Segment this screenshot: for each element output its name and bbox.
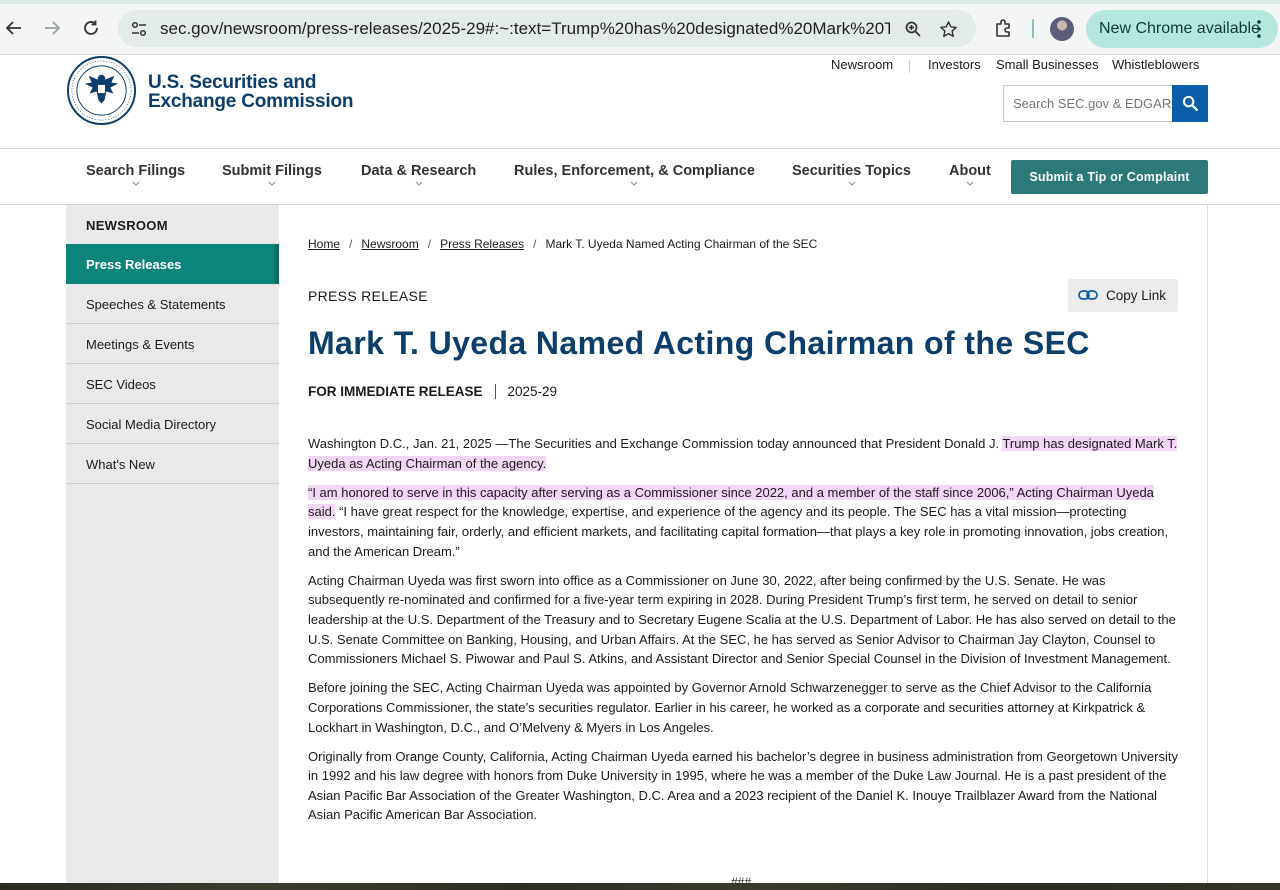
paragraph-3: Acting Chairman Uyeda was first sworn in… xyxy=(308,572,1176,667)
article-type-label: PRESS RELEASE xyxy=(308,288,428,304)
breadcrumb-newsroom[interactable]: Newsroom xyxy=(361,237,418,251)
sidebar-title: NEWSROOM xyxy=(86,218,168,233)
copy-link-label: Copy Link xyxy=(1106,288,1167,303)
tab-strip-edge xyxy=(0,0,1280,4)
nav-item-label: Submit Filings xyxy=(222,163,322,179)
main-navigation: Search Filings Submit Filings Data & Res… xyxy=(0,148,1280,205)
sidebar-item-meetings-events[interactable]: Meetings & Events xyxy=(66,324,279,364)
sidebar-item-social-media-directory[interactable]: Social Media Directory xyxy=(66,404,279,444)
chevron-down-icon xyxy=(132,181,139,186)
sidebar-item-sec-videos[interactable]: SEC Videos xyxy=(66,364,279,404)
nav-item-label: Rules, Enforcement, & Compliance xyxy=(514,163,755,179)
page-title: Mark T. Uyeda Named Acting Chairman of t… xyxy=(308,325,1090,361)
copy-link-button[interactable]: Copy Link xyxy=(1068,279,1178,312)
paragraph-4: Before joining the SEC, Acting Chairman … xyxy=(308,680,1152,735)
nav-about[interactable]: About xyxy=(949,163,991,187)
nav-data-research[interactable]: Data & Research xyxy=(361,163,476,187)
agency-name-line1: U.S. Securities and xyxy=(148,72,317,93)
nav-item-label: Securities Topics xyxy=(792,163,911,179)
breadcrumb-home[interactable]: Home xyxy=(308,237,340,251)
reload-icon xyxy=(84,20,98,35)
content-right-border xyxy=(1207,205,1208,890)
search-icon xyxy=(1182,95,1198,112)
update-chrome-button[interactable]: New Chrome available xyxy=(1086,10,1278,48)
util-link-investors[interactable]: Investors xyxy=(928,57,981,72)
nav-item-label: Search Filings xyxy=(86,163,186,179)
back-button[interactable] xyxy=(0,14,28,42)
browser-toolbar: sec.gov/newsroom/press-releases/2025-29#… xyxy=(0,0,1280,55)
paragraph-1: Washington D.C., Jan. 21, 2025 —The Secu… xyxy=(308,436,1178,471)
release-number: 2025-29 xyxy=(507,384,558,399)
site-search-button[interactable] xyxy=(1172,85,1208,122)
submit-tip-button[interactable]: Submit a Tip or Complaint xyxy=(1011,160,1208,194)
util-link-small-businesses[interactable]: Small Businesses xyxy=(996,57,1099,72)
article-body: Washington D.C., Jan. 21, 2025 —The Secu… xyxy=(308,434,1178,835)
agency-name[interactable]: U.S. Securities and Exchange Commission xyxy=(148,73,353,111)
util-separator xyxy=(909,60,910,73)
extensions-puzzle-icon[interactable] xyxy=(992,16,1016,40)
nav-securities-topics[interactable]: Securities Topics xyxy=(792,163,911,187)
newsroom-sidebar: NEWSROOM Press Releases Speeches & State… xyxy=(66,205,279,484)
update-chrome-label: New Chrome available xyxy=(1099,20,1260,37)
site-settings-icon[interactable] xyxy=(127,17,151,41)
breadcrumb: Home / Newsroom / Press Releases / Mark T. Uye… xyxy=(308,237,818,251)
util-link-whistleblowers[interactable]: Whistleblowers xyxy=(1112,57,1199,72)
dock-edge xyxy=(0,883,1280,890)
sidebar-item-press-releases[interactable]: Press Releases xyxy=(66,244,279,284)
utility-links: Newsroom Investors Small Businesses Whis… xyxy=(0,57,1280,75)
site-search-input[interactable] xyxy=(1004,86,1172,121)
toolbar-divider xyxy=(1032,19,1034,38)
reload-button[interactable] xyxy=(77,14,105,42)
util-link-newsroom[interactable]: Newsroom xyxy=(831,57,893,72)
paragraph-5: Originally from Orange County, Californi… xyxy=(308,748,1178,823)
url-text[interactable]: sec.gov/newsroom/press-releases/2025-29#… xyxy=(160,19,890,39)
more-menu-icon[interactable] xyxy=(1256,19,1262,39)
site-header: U.S. Securities and Exchange Commission … xyxy=(0,55,1280,149)
breadcrumb-current: Mark T. Uyeda Named Acting Chairman of t… xyxy=(545,237,818,251)
nav-item-label: About xyxy=(949,163,991,179)
chevron-down-icon xyxy=(415,181,423,186)
profile-avatar[interactable] xyxy=(1050,17,1074,41)
paragraph-2: “I am honored to serve in this capacity … xyxy=(308,484,1169,559)
chevron-down-icon xyxy=(631,181,638,186)
nav-item-label: Data & Research xyxy=(361,163,477,179)
breadcrumb-press-releases[interactable]: Press Releases xyxy=(440,237,524,251)
sidebar-item-speeches-statements[interactable]: Speeches & Statements xyxy=(66,284,279,324)
forward-button[interactable] xyxy=(38,14,66,42)
sidebar-item-whats-new[interactable]: What's New xyxy=(66,444,279,484)
zoom-icon[interactable] xyxy=(901,17,925,41)
address-bar[interactable]: sec.gov/newsroom/press-releases/2025-29#… xyxy=(118,10,976,47)
chevron-down-icon xyxy=(268,181,276,186)
arrow-left-icon xyxy=(5,21,21,35)
chevron-down-icon xyxy=(966,181,974,186)
link-icon xyxy=(1078,290,1098,300)
nav-search-filings[interactable]: Search Filings xyxy=(86,163,185,187)
release-meta: FOR IMMEDIATE RELEASE 2025-29 xyxy=(308,384,557,399)
chevron-down-icon xyxy=(848,181,855,186)
nav-submit-filings[interactable]: Submit Filings xyxy=(222,163,322,187)
nav-rules-enforcement[interactable]: Rules, Enforcement, & Compliance xyxy=(514,163,755,187)
site-search-field[interactable] xyxy=(1003,85,1172,122)
agency-name-line2: Exchange Commission xyxy=(148,91,354,112)
bookmark-star-icon[interactable] xyxy=(936,17,960,41)
arrow-right-icon xyxy=(45,21,61,35)
release-label: FOR IMMEDIATE RELEASE xyxy=(308,384,483,399)
